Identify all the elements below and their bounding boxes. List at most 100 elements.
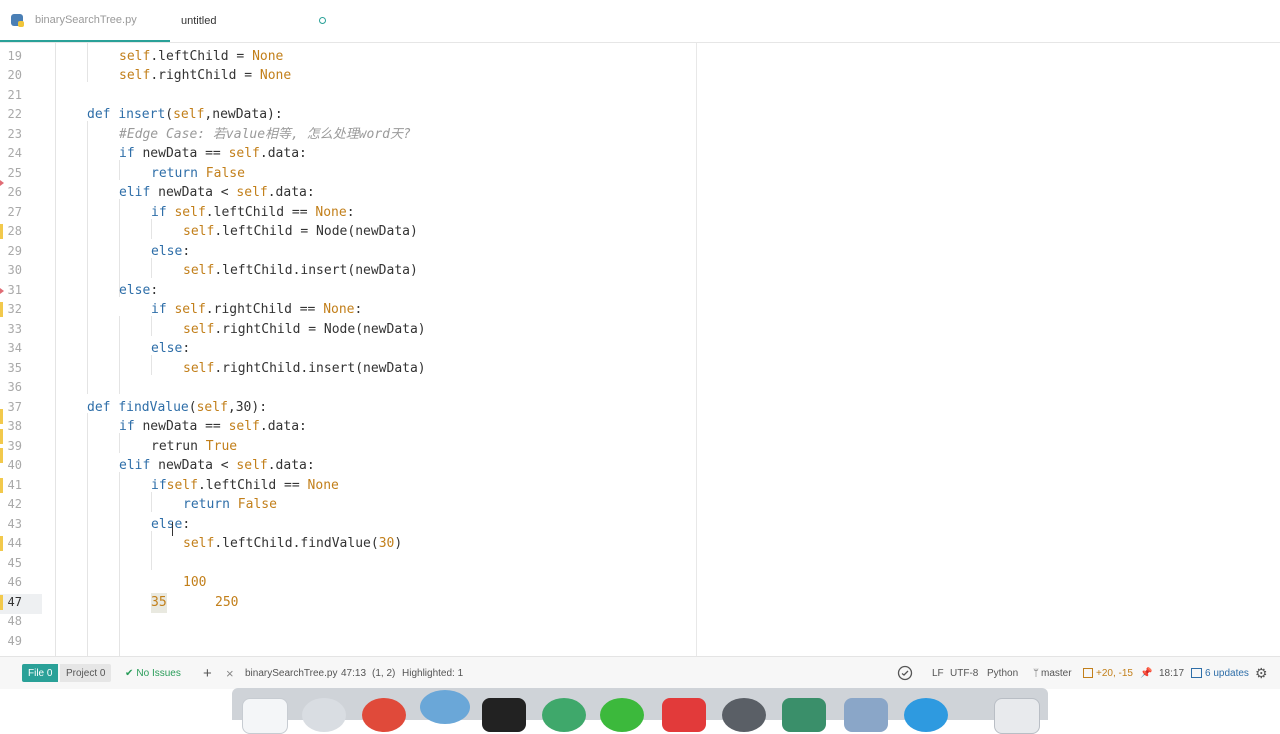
add-button[interactable]: + [203,657,212,689]
updates-indicator[interactable]: 6 updates [1191,657,1249,689]
git-branch[interactable]: ᛘ master [1033,657,1072,689]
code-line[interactable]: else: [119,281,158,301]
code-comment[interactable]: #Edge Case: 若value相等, 怎么处理word天? [119,125,411,145]
line-number: 43 [7,516,22,531]
code-line[interactable]: 250 [215,593,238,613]
line-number: 26 [7,185,22,199]
indent-guide [151,219,152,239]
line-number: 32 [7,302,22,316]
wechat-icon[interactable] [600,698,644,732]
code-line[interactable]: def findValue(self,30): [87,398,267,418]
code-line[interactable]: ifself.leftChild == None [151,476,339,496]
close-icon[interactable]: × [226,657,234,689]
status-filename[interactable]: binarySearchTree.py [245,657,337,689]
line-number: 49 [7,633,22,648]
git-diff-stat[interactable]: +20, -15 [1083,657,1133,689]
code-line[interactable]: self.rightChild = None [119,66,291,86]
grammar-selector[interactable]: Python [987,657,1018,689]
check-icon: ✔ [125,667,134,679]
code-line[interactable]: return False [151,164,245,184]
indent-guide [55,43,56,656]
line-number: 22 [7,107,22,121]
text-cursor-icon [170,522,176,536]
linter-status[interactable]: ✔ No Issues [125,657,181,689]
line-number: 30 [7,263,22,277]
chrome-icon[interactable] [362,698,406,732]
code-line[interactable]: if newData == self.data: [119,144,307,164]
line-number: 28 [7,224,22,238]
line-number: 46 [7,575,22,589]
code-line[interactable]: return False [183,495,277,515]
app-store-icon[interactable] [904,698,948,732]
tab-binary-search-tree[interactable]: binarySearchTree.py [0,0,170,42]
code-selection[interactable]: 35 [151,593,167,613]
code-line[interactable]: retrun True [151,437,237,457]
line-number-gutter[interactable]: 19 20 21 22 23 24 25 26 27 28 29 30 31 3… [0,43,44,656]
photos-icon[interactable] [844,698,888,732]
line-number: 37 [7,399,22,414]
indent-guide [87,413,88,656]
tab-label: untitled [181,15,217,27]
line-number: 31 [7,282,22,297]
line-number: 21 [7,87,22,102]
code-line[interactable]: self.rightChild.insert(newData) [183,359,426,379]
code-line[interactable]: if self.rightChild == None: [151,300,362,320]
atom-icon[interactable] [542,698,586,732]
code-line[interactable]: self.leftChild = Node(newData) [183,222,418,242]
code-line[interactable]: if newData == self.data: [119,417,307,437]
code-line[interactable]: self.leftChild.findValue(30) [183,534,402,554]
indent-guide [119,472,120,656]
trash-icon[interactable] [994,698,1040,734]
terminal-icon[interactable] [482,698,526,732]
tab-label: binarySearchTree.py [35,14,137,26]
code-line[interactable]: elif newData < self.data: [119,183,315,203]
system-preferences-icon[interactable] [722,698,766,732]
settings-gear-icon[interactable]: ⚙ [1255,657,1268,689]
line-number: 44 [7,536,22,550]
line-number: 41 [7,477,22,492]
app-icon[interactable] [662,698,706,732]
indent-guide [119,316,120,394]
branch-icon: ᛘ [1033,667,1039,679]
tab-untitled[interactable]: untitled [181,0,331,42]
code-line[interactable]: self.leftChild = None [119,47,283,67]
safari-icon[interactable] [302,698,346,732]
indent-guide [151,258,152,278]
diff-icon [1083,668,1093,678]
preview-icon[interactable] [420,690,470,724]
python-file-icon [11,14,24,27]
cursor-position[interactable]: 47:13 [341,657,366,689]
file-issues-button[interactable]: File 0 [22,664,59,682]
package-icon [1191,668,1202,678]
line-number: 40 [7,458,22,472]
modified-indicator-icon[interactable] [319,17,326,24]
sublime-icon[interactable] [782,698,826,732]
code-line[interactable]: 100 [183,573,206,593]
line-number: 35 [7,360,22,375]
finder-icon[interactable] [242,698,288,734]
line-number: 19 [7,48,22,63]
selection-count: (1, 2) [372,667,396,679]
line-number: 36 [7,380,22,394]
line-number: 38 [7,419,22,433]
project-issues-button[interactable]: Project 0 [60,664,112,682]
code-line[interactable]: self.leftChild.insert(newData) [183,261,418,281]
line-number: 48 [7,614,22,628]
line-number: 39 [7,438,22,453]
code-line[interactable]: if self.leftChild == None: [151,203,355,223]
code-line[interactable]: def insert(self,newData): [87,105,283,125]
code-line[interactable]: else: [151,242,190,262]
code-line[interactable]: else: [151,339,190,359]
line-ending-selector[interactable]: LF [932,657,944,689]
indent-guide [87,121,88,394]
encoding-selector[interactable]: UTF-8 [950,657,978,689]
status-bar: File 0 Project 0 ✔ No Issues + × binaryS… [0,656,1280,689]
line-number: 34 [7,341,22,355]
code-line[interactable]: elif newData < self.data: [119,456,315,476]
macos-dock [232,688,1048,734]
code-editor[interactable]: 19 20 21 22 23 24 25 26 27 28 29 30 31 3… [0,43,1280,656]
indent-guide [151,492,152,512]
code-line[interactable]: self.rightChild = Node(newData) [183,320,426,340]
clock-icon[interactable] [897,657,913,689]
pin-icon[interactable]: 📌 [1140,657,1152,689]
